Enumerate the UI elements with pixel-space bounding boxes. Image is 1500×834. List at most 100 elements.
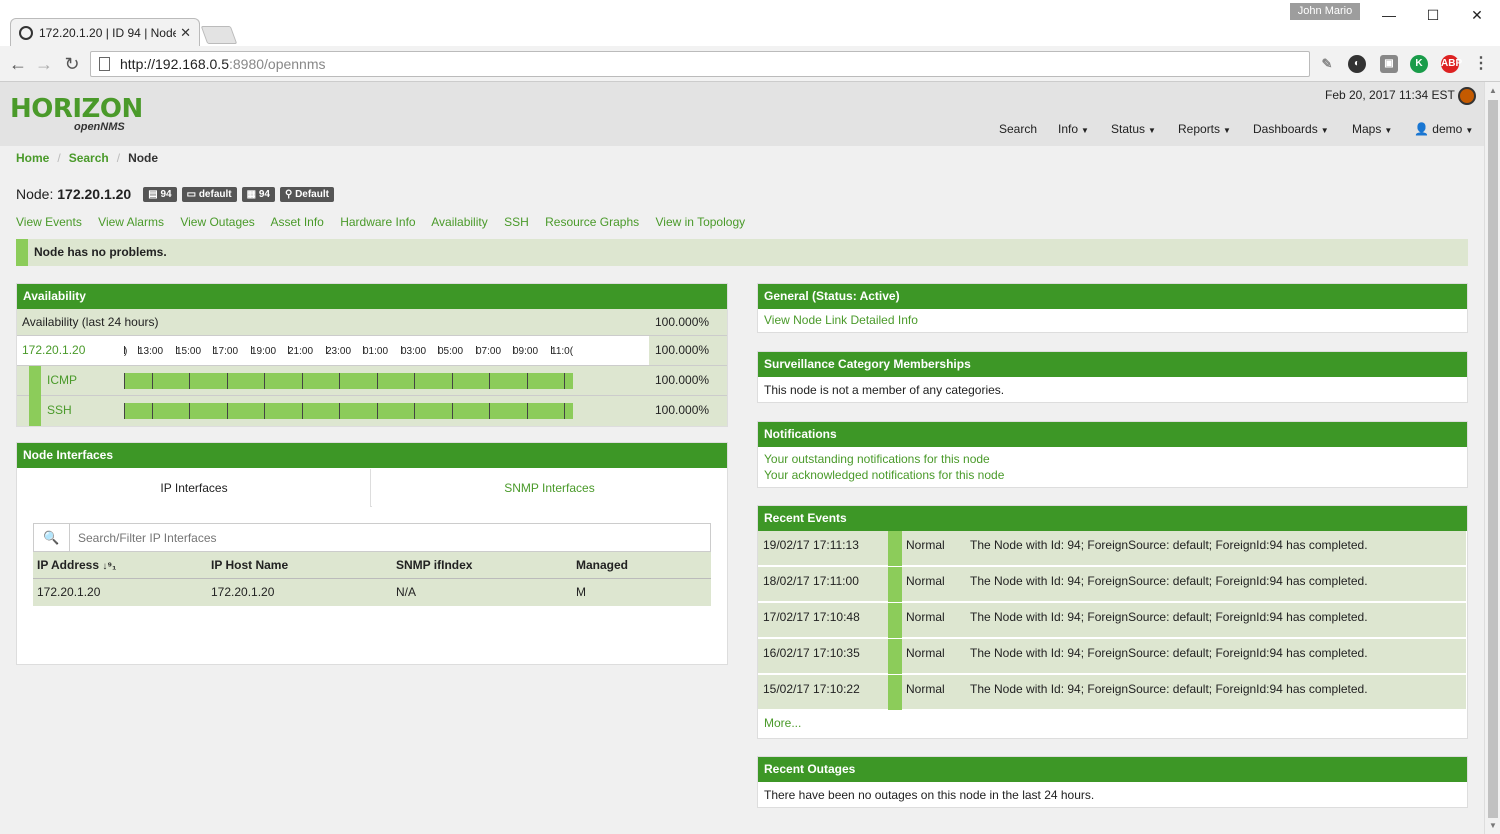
event-row[interactable]: 17/02/17 17:10:48 Normal The Node with I… [758, 603, 1466, 638]
link-resource-graphs[interactable]: Resource Graphs [545, 215, 639, 229]
menu-info[interactable]: Info ▼ [1058, 122, 1089, 136]
column-ip-address-label: IP Address [37, 558, 100, 572]
link-availability[interactable]: Availability [431, 215, 487, 229]
severity-indicator [888, 639, 902, 674]
availability-node-pct: 100.000% [649, 336, 727, 365]
event-severity: Normal [906, 610, 945, 624]
node-label-prefix: Node: [16, 186, 54, 202]
window-close-button[interactable]: ✕ [1454, 0, 1500, 30]
adblock-extension-icon[interactable]: ABP [1441, 55, 1462, 73]
interfaces-tabbar: IP Interfaces SNMP Interfaces [18, 469, 727, 507]
menu-maps[interactable]: Maps ▼ [1352, 122, 1392, 136]
menu-status[interactable]: Status ▼ [1111, 122, 1156, 136]
column-ip-address[interactable]: IP Address ↓⁹₁ [33, 552, 211, 578]
service-pct-ssh: 100.000% [649, 396, 727, 426]
foreign-source-badge: ▭ default [181, 186, 237, 202]
ip-interface-search-input[interactable] [78, 529, 678, 547]
event-row[interactable]: 16/02/17 17:10:35 Normal The Node with I… [758, 639, 1466, 674]
table-row[interactable]: 172.20.1.20 172.20.1.20 N/A M [33, 579, 711, 606]
caret-down-icon: ▼ [1465, 126, 1474, 135]
logo-sub-text: openNMS [74, 121, 125, 133]
link-view-outages[interactable]: View Outages [180, 215, 255, 229]
reload-icon[interactable]: ↻ [60, 52, 84, 76]
scroll-down-icon[interactable]: ▼ [1489, 821, 1497, 830]
service-status-indicator [29, 366, 41, 396]
service-availability-bar-icmp [124, 373, 573, 389]
menu-search-label: Search [999, 122, 1038, 136]
notifications-panel: Notifications Your outstanding notificat… [757, 421, 1468, 488]
service-link-icmp[interactable]: ICMP [47, 373, 77, 387]
url-path: :8980/opennms [228, 56, 326, 72]
link-view-in-topology[interactable]: View in Topology [656, 215, 746, 229]
event-row[interactable]: 19/02/17 17:11:13 Normal The Node with I… [758, 531, 1466, 566]
link-ssh[interactable]: SSH [504, 215, 529, 229]
availability-title: Availability [17, 284, 727, 309]
page-content: HORIZON openNMS Feb 20, 2017 11:34 EST S… [0, 82, 1484, 834]
search-icon: 🔍 [34, 524, 70, 551]
breadcrumb-search[interactable]: Search [69, 151, 109, 165]
maximize-button[interactable]: ☐ [1410, 0, 1456, 30]
service-availability-bar-ssh [124, 403, 573, 419]
node-interfaces-title: Node Interfaces [17, 443, 727, 468]
event-row[interactable]: 15/02/17 17:10:22 Normal The Node with I… [758, 675, 1466, 710]
availability-node-link[interactable]: 172.20.1.20 [22, 343, 85, 357]
menu-dashboards[interactable]: Dashboards ▼ [1253, 122, 1329, 136]
new-tab-button[interactable] [200, 26, 238, 44]
breadcrumb-home[interactable]: Home [16, 151, 49, 165]
browser-menu-icon[interactable]: ⋮ [1472, 55, 1490, 73]
wrench-extension-icon[interactable]: ✎ [1318, 55, 1336, 73]
ip-interface-search: 🔍 [33, 523, 711, 552]
service-link-ssh[interactable]: SSH [47, 403, 72, 417]
caret-down-icon: ▼ [1320, 126, 1329, 135]
back-arrow-icon[interactable]: ← [6, 52, 30, 76]
vertical-scrollbar[interactable]: ▲ ▼ [1484, 82, 1500, 834]
event-severity: Normal [906, 538, 945, 552]
recent-outages-panel: Recent Outages There have been no outage… [757, 756, 1468, 808]
app-header: HORIZON openNMS Feb 20, 2017 11:34 EST S… [0, 82, 1484, 146]
scroll-up-icon[interactable]: ▲ [1489, 86, 1497, 95]
more-events-link[interactable]: More... [764, 716, 801, 730]
column-managed[interactable]: Managed [576, 552, 711, 578]
link-asset-info[interactable]: Asset Info [270, 215, 323, 229]
outstanding-notifications-link[interactable]: Your outstanding notifications for this … [758, 447, 1467, 466]
tab-title: 172.20.1.20 | ID 94 | Node [39, 25, 177, 40]
timeline-tick: 07:00 [476, 346, 502, 357]
acknowledged-notifications-link[interactable]: Your acknowledged notifications for this… [758, 466, 1467, 484]
tab-close-icon[interactable]: ✕ [180, 25, 191, 41]
link-hardware-info[interactable]: Hardware Info [340, 215, 415, 229]
menu-info-label: Info [1058, 122, 1079, 136]
menu-user[interactable]: 👤 demo ▼ [1414, 122, 1473, 136]
menu-reports[interactable]: Reports ▼ [1178, 122, 1231, 136]
severity-indicator [888, 675, 902, 710]
cell-snmp-ifindex: N/A [396, 585, 417, 599]
table-header-row: IP Address ↓⁹₁ IP Host Name SNMP ifIndex… [33, 552, 711, 579]
window-extension-icon[interactable]: ▣ [1380, 55, 1398, 73]
tab-ip-interfaces[interactable]: IP Interfaces [18, 469, 371, 507]
link-view-events[interactable]: View Events [16, 215, 82, 229]
timeline-tick: 03:00 [401, 346, 427, 357]
k-extension-icon[interactable]: K [1410, 55, 1428, 73]
breadcrumb-current: Node [128, 151, 159, 165]
event-row[interactable]: 18/02/17 17:11:00 Normal The Node with I… [758, 567, 1466, 602]
browser-toolbar: ← → ↻ http://192.168.0.5:8980/opennms ✎ … [0, 46, 1500, 82]
event-message: The Node with Id: 94; ForeignSource: def… [970, 574, 1368, 588]
profile-user-badge[interactable]: John Mario [1290, 3, 1360, 20]
node-link-detail-link[interactable]: View Node Link Detailed Info [758, 309, 1467, 331]
minimize-button[interactable]: — [1366, 0, 1412, 30]
severity-indicator [888, 603, 902, 638]
status-clock-icon[interactable] [1458, 87, 1476, 105]
link-view-alarms[interactable]: View Alarms [98, 215, 164, 229]
forward-arrow-icon[interactable]: → [32, 52, 56, 76]
horizon-logo[interactable]: HORIZON openNMS [10, 94, 143, 138]
browser-tab[interactable]: 172.20.1.20 | ID 94 | Node ✕ [10, 18, 200, 46]
menu-search[interactable]: Search [999, 122, 1037, 136]
opennms-favicon-icon [19, 25, 33, 40]
eye-extension-icon[interactable]: ◐ [1348, 55, 1366, 73]
timeline-tick: 05:00 [438, 346, 464, 357]
breadcrumb-separator: / [57, 151, 61, 165]
address-bar[interactable]: http://192.168.0.5:8980/opennms [90, 51, 1310, 77]
tab-snmp-interfaces[interactable]: SNMP Interfaces [372, 469, 727, 507]
column-ip-host-name[interactable]: IP Host Name [211, 552, 396, 578]
scrollbar-thumb[interactable] [1488, 100, 1498, 818]
column-snmp-ifindex[interactable]: SNMP ifIndex [396, 552, 576, 578]
